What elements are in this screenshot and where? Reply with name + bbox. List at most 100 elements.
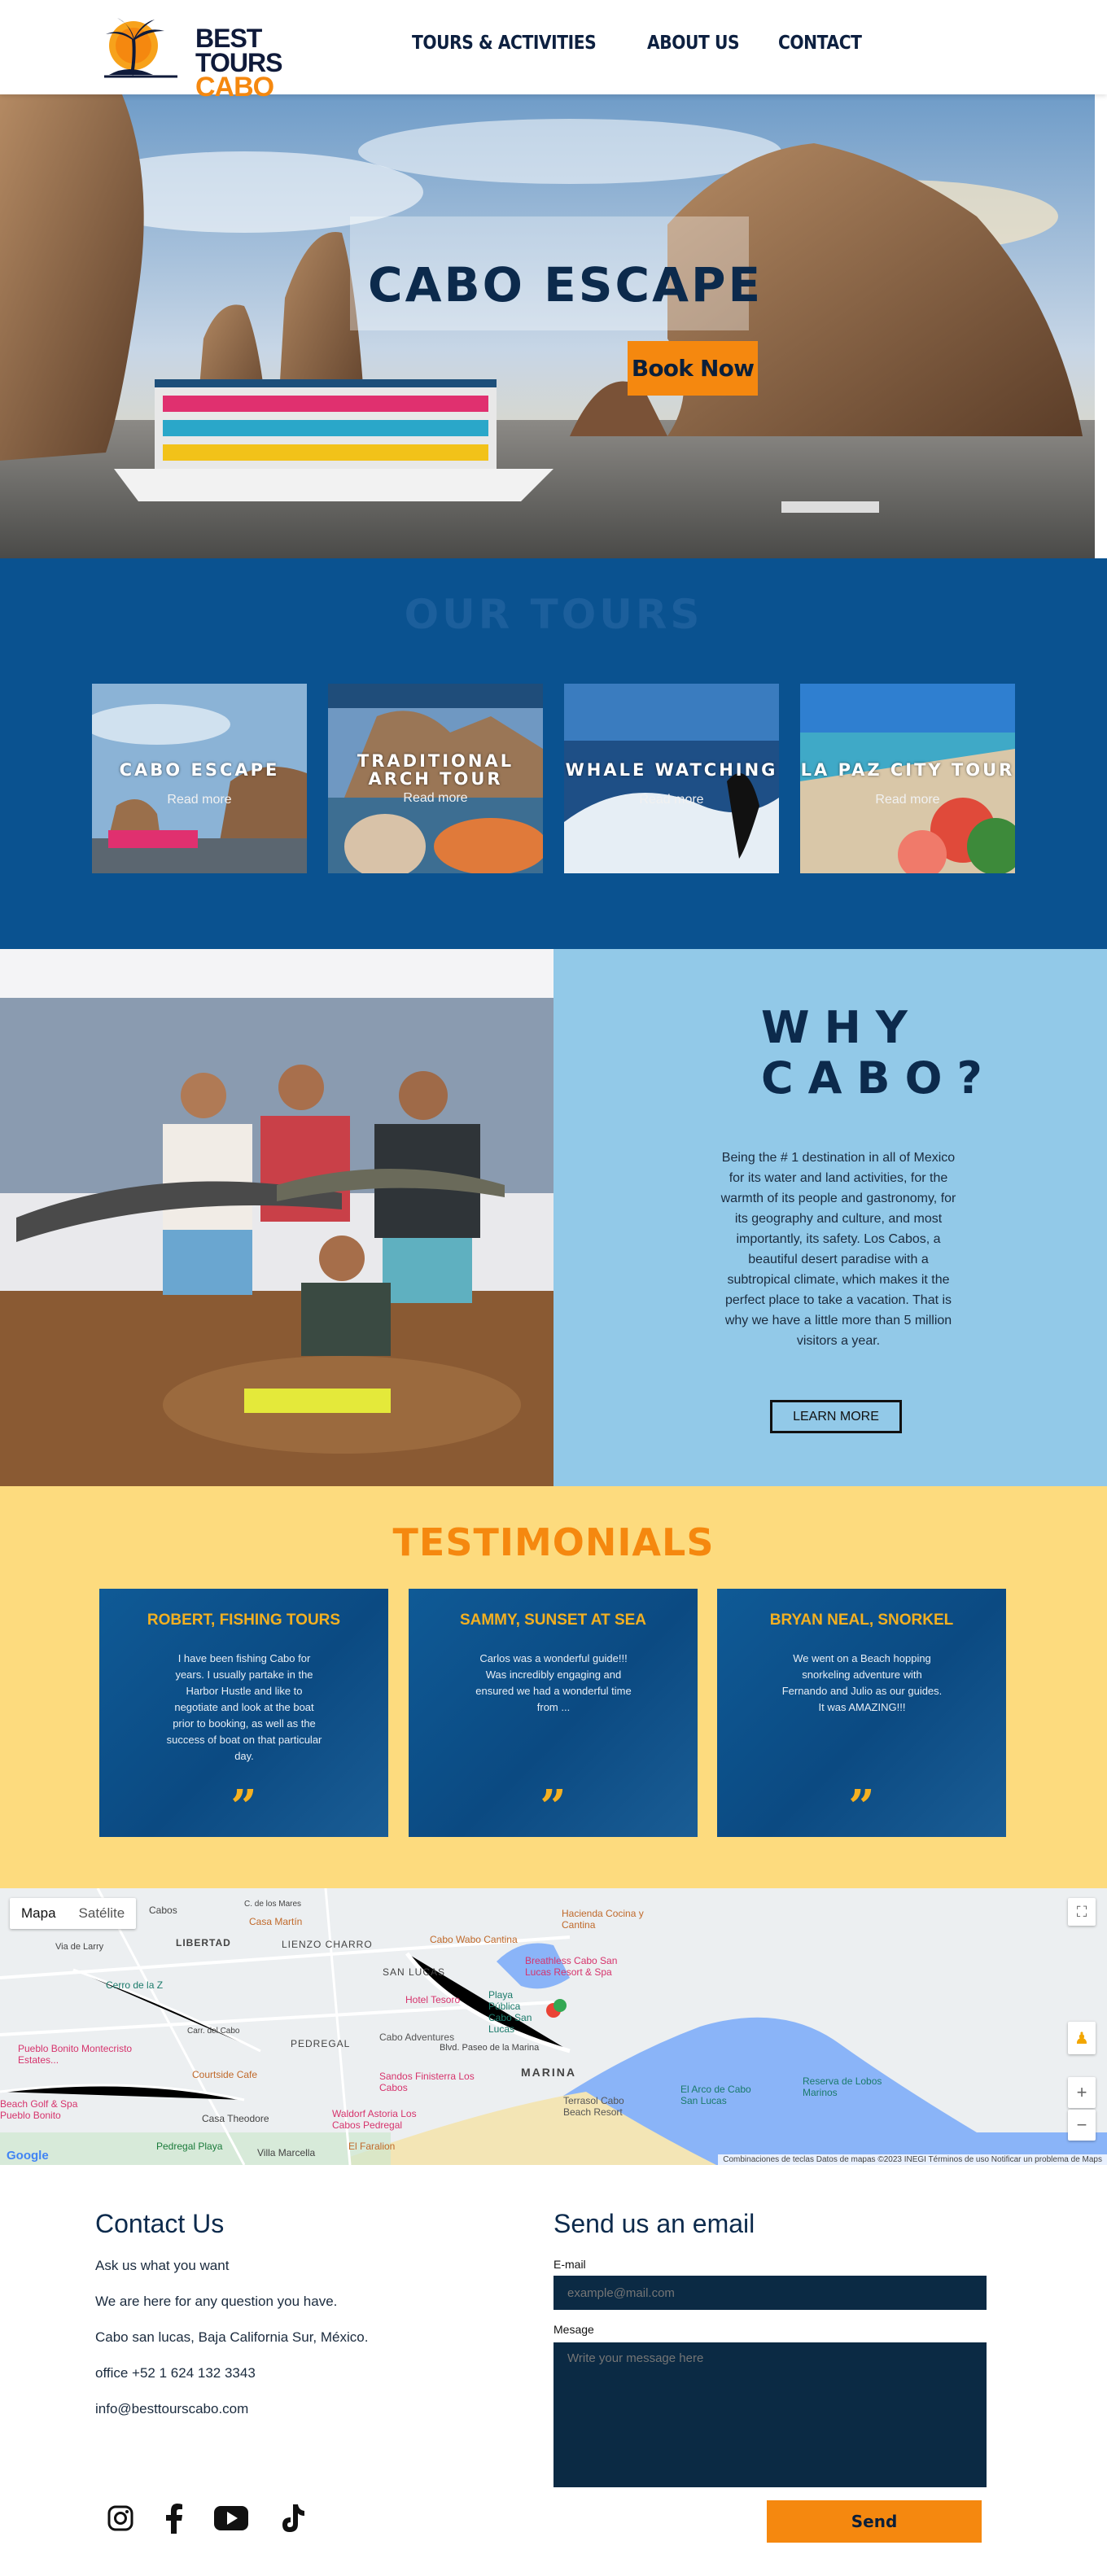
message-field[interactable] [554,2342,987,2487]
facebook-icon[interactable] [156,2500,192,2536]
tour-name: WHALE WATCHING [565,760,778,780]
contact-email[interactable]: info@besttourscabo.com [95,2401,248,2417]
map-poi[interactable]: Reserva de Lobos Marinos [803,2075,884,2098]
instagram-icon[interactable] [103,2500,138,2536]
nav-tours-activities[interactable]: TOURS & ACTIVITIES [412,33,597,54]
tiktok-icon[interactable] [275,2500,311,2536]
hero-section: CABO ESCAPE Book Now [0,94,1095,558]
map-label: Cerro de la Z [106,1979,164,1991]
hero-background-image [0,94,1095,558]
map-label: SAN LUCAS [383,1966,446,1978]
pegman-icon[interactable]: ♟ [1068,2022,1096,2054]
map-poi[interactable]: Pueblo Bonito Montecristo Estates... [18,2043,140,2066]
main-nav: TOURS & ACTIVITIES ABOUT US CONTACT [412,33,873,54]
fullscreen-icon[interactable]: ⛶ [1068,1898,1096,1926]
why-cabo-panel: WHY CABO? Being the # 1 destination in a… [554,949,1107,1486]
logo-line2: CABO [195,72,274,103]
map-tab-satelite[interactable]: Satélite [68,1898,137,1929]
quote-icon: ” [230,1780,257,1834]
book-now-button[interactable]: Book Now [628,341,758,396]
contact-title: Contact Us [95,2209,225,2238]
read-more-link[interactable]: Read more [564,793,779,807]
palm-sunset-logo-icon [104,18,177,78]
youtube-icon[interactable] [213,2500,249,2536]
learn-more-button[interactable]: LEARN MORE [770,1400,902,1433]
map-label: Carr. del Cabo [187,2027,240,2036]
tour-name: CABO ESCAPE [119,760,280,780]
testimonial-text: We went on a Beach hopping snorkeling ad… [781,1652,943,1713]
why-cabo-section: WHY CABO? Being the # 1 destination in a… [0,949,1107,1486]
map-label: PEDREGAL [291,2038,351,2049]
map-label: Pedregal Playa [156,2141,223,2152]
map-label: Via de Larry [55,1942,104,1952]
map-poi[interactable]: Courtside Cafe [192,2069,257,2080]
map-poi[interactable]: Waldorf Astoria Los Cabos Pedregal [332,2108,438,2131]
read-more-link[interactable]: Read more [800,793,1015,807]
logo-text: BEST TOURS CABO [195,24,332,103]
testimonial-text: Carlos was a wonderful guide!!! Was incr… [475,1652,632,1713]
tour-card-arch-tour[interactable]: TRADITIONAL ARCH TOUR Read more [328,684,543,873]
map-label: Villa Marcella [257,2147,316,2158]
why-title-line2: CABO? [761,1052,997,1104]
map-poi[interactable]: Sandos Finisterra Los Cabos [379,2071,477,2093]
map-poi[interactable]: Cabo Wabo Cantina [430,1934,518,1945]
why-cabo-text: Being the # 1 destination in all of Mexi… [720,1151,956,1348]
testimonial-author: ROBERT, FISHING TOURS [147,1612,341,1629]
site-header: BEST TOURS CABO TOURS & ACTIVITIES ABOUT… [0,0,1107,101]
nav-contact[interactable]: CONTACT [778,33,862,54]
logo-line1: BEST TOURS [195,24,282,77]
quote-icon: ” [540,1780,567,1834]
zoom-out-button[interactable]: − [1068,2110,1096,2141]
map-footer[interactable]: Combinaciones de teclas Datos de mapas ©… [718,2154,1107,2165]
hero-title: CABO ESCAPE [368,257,764,313]
contact-line: We are here for any question you have. [95,2294,338,2309]
tour-card-cabo-escape[interactable]: CABO ESCAPE Read more [92,684,307,873]
why-cabo-title: WHY CABO? [761,1003,997,1104]
map-poi[interactable]: El Faralion [348,2141,395,2152]
logo[interactable]: BEST TOURS CABO [96,7,332,101]
fishing-photo [0,949,554,1486]
why-title-line1: WHY [761,1002,922,1053]
zoom-in-button[interactable]: + [1068,2077,1096,2108]
map-label: C. de los Mares [244,1900,302,1909]
google-map[interactable]: Mapa Satélite ⛶ ♟ + − Cabos LIBERTAD LIE… [0,1888,1107,2165]
map-label: LIBERTAD [176,1937,231,1948]
map-poi[interactable]: Playa Pública Cabo San Lucas [488,1989,545,2035]
map-poi[interactable]: Hotel Tesoro [405,1994,460,2005]
read-more-link[interactable]: Read more [328,791,543,806]
email-field[interactable] [554,2276,987,2310]
testimonial-author: SAMMY, SUNSET AT SEA [459,1612,647,1629]
map-poi[interactable]: Hacienda Cocina y Cantina [562,1908,651,1931]
map-canvas [0,1888,1107,2165]
tour-name: LA PAZ CITY TOUR [800,760,1015,780]
email-label: E-mail [554,2258,586,2271]
map-type-tabs: Mapa Satélite [10,1898,137,1929]
our-tours-title: OUR TOURS [404,591,703,638]
map-poi[interactable]: Terrasol Cabo Beach Resort [563,2095,645,2118]
our-tours-section: OUR TOURS CABO ESCAPE Read more TRADITIO… [0,558,1107,949]
testimonial-card: BRYAN NEAL, SNORKEL We went on a Beach h… [717,1589,1006,1837]
tour-card-whale-watching[interactable]: WHALE WATCHING Read more [564,684,779,873]
map-poi[interactable]: Breathless Cabo San Lucas Resort & Spa [525,1955,639,1978]
nav-about-us[interactable]: ABOUT US [647,33,740,54]
map-poi[interactable]: El Arco de Cabo San Lucas [680,2084,762,2106]
tour-card-la-paz[interactable]: LA PAZ CITY TOUR Read more [800,684,1015,873]
map-tab-mapa[interactable]: Mapa [10,1898,68,1929]
map-label: Blvd. Paseo de la Marina [440,2043,540,2053]
map-poi[interactable]: Casa Martín [249,1916,302,1927]
fishing-image [0,949,554,1486]
map-poi[interactable]: Beach Golf & Spa Pueblo Bonito [0,2098,98,2121]
send-button[interactable]: Send [767,2500,982,2543]
contact-address: Cabo san lucas, Baja California Sur, Méx… [95,2329,369,2345]
map-poi[interactable]: Cabo Adventures [379,2031,454,2043]
message-label: Mesage [554,2323,594,2336]
map-label: Casa Theodore [202,2113,269,2124]
testimonial-card: ROBERT, FISHING TOURS I have been fishin… [99,1589,388,1837]
email-form-title: Send us an email [554,2209,755,2238]
contact-section: Contact Us Ask us what you want We are h… [0,2165,1107,2576]
map-label: LIENZO CHARRO [282,1939,373,1950]
quote-icon: ” [848,1780,875,1834]
read-more-link[interactable]: Read more [92,793,307,807]
google-logo: Google [7,2149,49,2163]
contact-phone[interactable]: office +52 1 624 132 3343 [95,2365,256,2381]
